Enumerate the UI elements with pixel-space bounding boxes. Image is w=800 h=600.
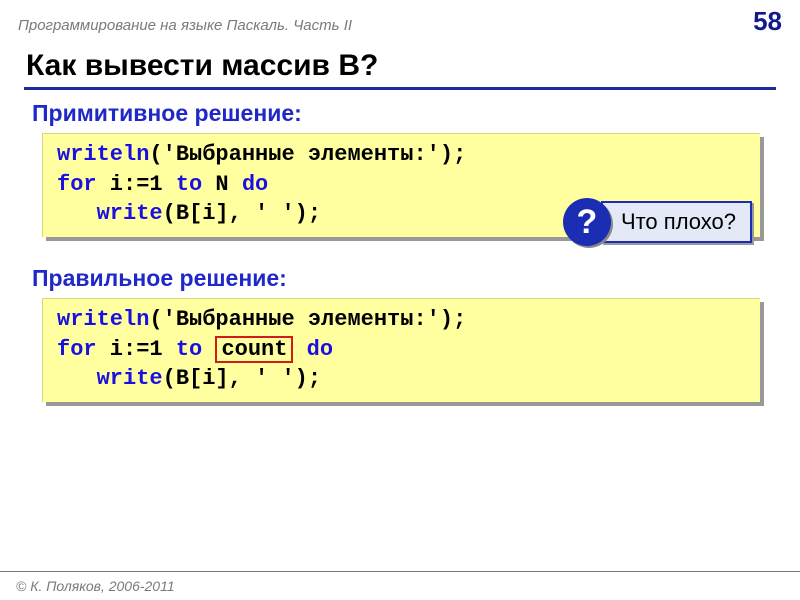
slide-title: Как вывести массив B? — [26, 49, 776, 83]
title-rule — [24, 87, 776, 90]
question-text: Что плохо? — [601, 201, 752, 243]
code-block-correct: writeln('Выбранные элементы:'); for i:=1… — [42, 298, 760, 402]
section-heading-correct: Правильное решение: — [32, 265, 776, 292]
slide-header: Программирование на языке Паскаль. Часть… — [0, 0, 800, 39]
copyright: © К. Поляков, 2006-2011 — [16, 578, 175, 594]
count-highlight: count — [215, 336, 293, 363]
footer-rule — [0, 571, 800, 572]
code: writeln('Выбранные элементы:'); for i:=1… — [57, 305, 746, 394]
page-number: 58 — [753, 6, 782, 37]
question-mark-icon: ? — [563, 198, 611, 246]
question-callout: ? Что плохо? — [563, 198, 752, 246]
section-heading-primitive: Примитивное решение: — [32, 100, 776, 127]
course-title: Программирование на языке Паскаль. Часть… — [18, 17, 352, 34]
